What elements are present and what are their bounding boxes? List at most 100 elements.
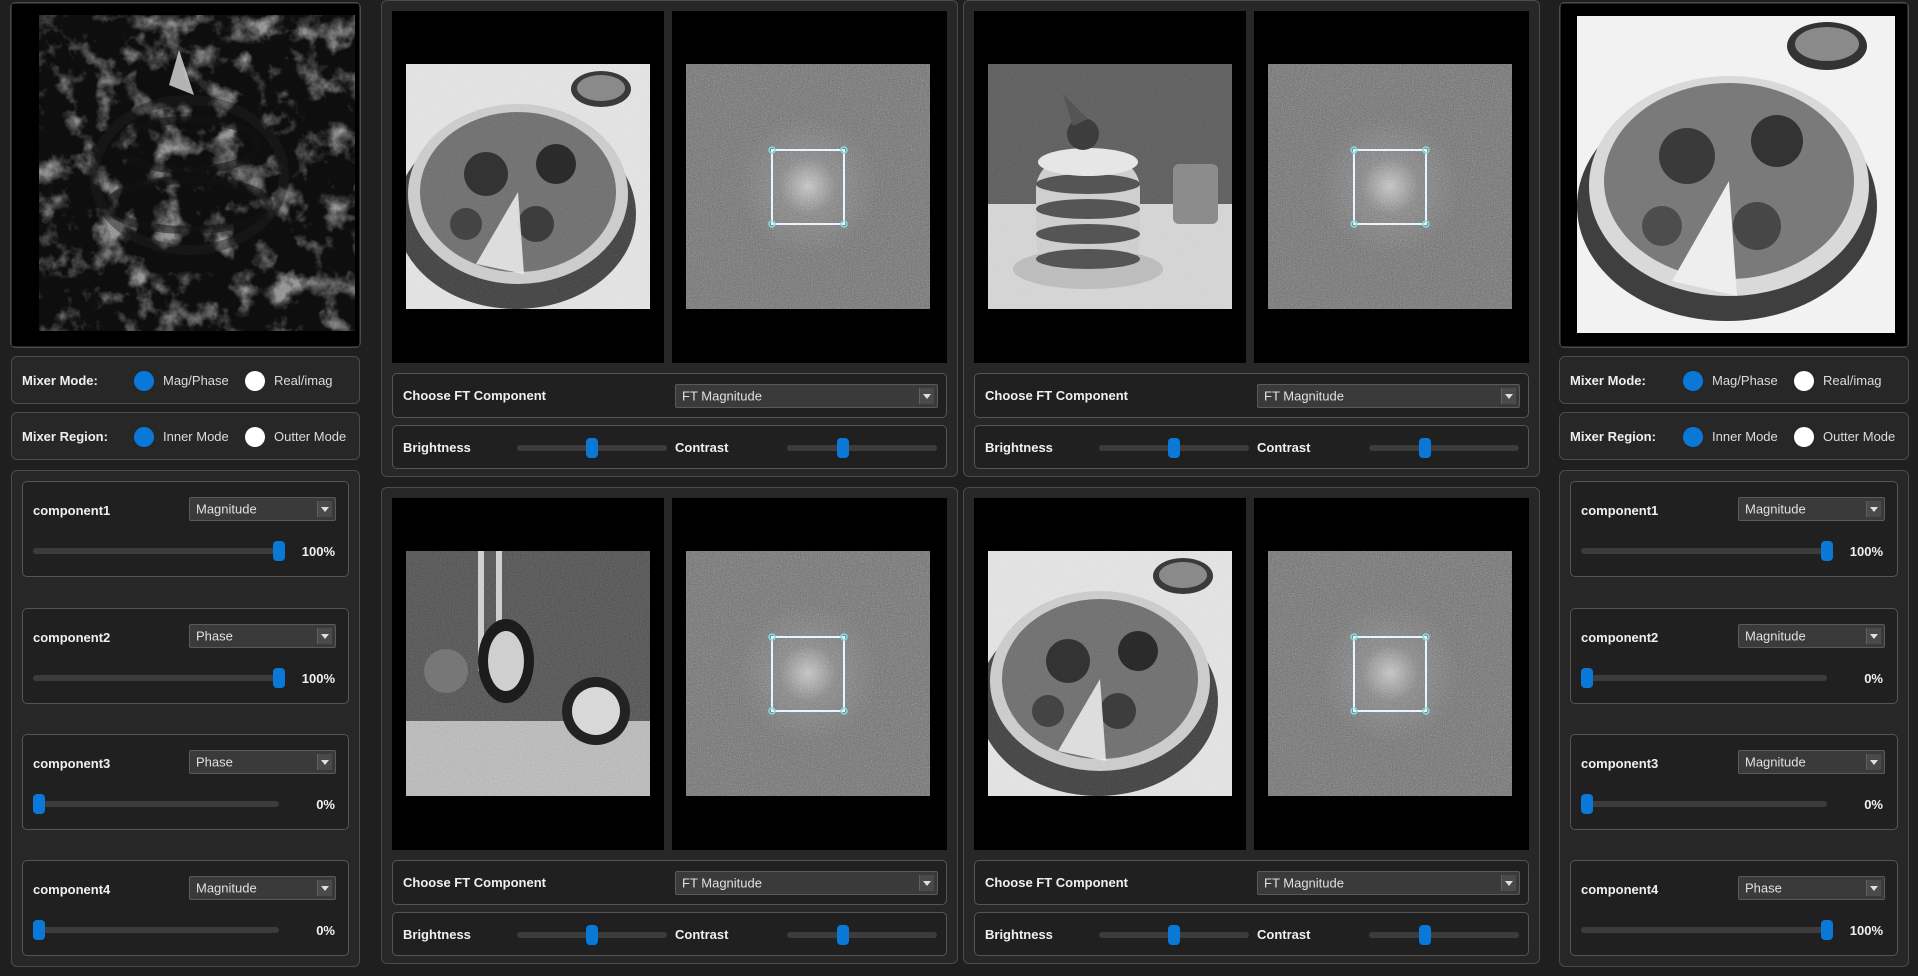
brightness-contrast-row: Brightness Contrast [974,425,1529,469]
component-type-select[interactable]: Magnitude [1738,624,1885,648]
contrast-slider-track[interactable] [787,932,937,938]
component-type-select[interactable]: Magnitude [189,497,336,521]
contrast-label: Contrast [675,927,729,942]
original-image-sushi [406,551,650,796]
contrast-slider-handle[interactable] [1419,925,1431,945]
ft-magnitude-image [686,64,930,309]
mag-phase-label: Mag/Phase [163,373,229,388]
component-label: component1 [33,503,111,518]
weight-slider-track[interactable] [33,675,279,681]
component-label: component3 [33,756,111,771]
weight-slider-track[interactable] [1581,548,1827,554]
brightness-slider-handle[interactable] [1168,925,1180,945]
original-image-pizza [406,64,650,309]
contrast-slider-handle[interactable] [1419,438,1431,458]
weight-slider-track[interactable] [33,927,279,933]
mag-phase-radio[interactable] [1683,371,1703,391]
inner-mode-radio[interactable] [1683,427,1703,447]
weight-slider-handle[interactable] [273,541,285,561]
ft-component-select[interactable]: FT Magnitude [675,871,938,895]
weight-slider-handle[interactable] [1821,920,1833,940]
chevron-down-icon [919,875,934,891]
component-label: component2 [33,630,111,645]
mixer-mode-label: Mixer Mode: [22,373,98,388]
chevron-down-icon [317,754,332,770]
component-card: component3 Phase 0% [22,734,349,830]
choose-ft-component-label: Choose FT Component [985,875,1128,890]
weight-value: 100% [1849,544,1883,559]
contrast-slider-track[interactable] [1369,445,1519,451]
chevron-down-icon [317,628,332,644]
contrast-label: Contrast [1257,927,1311,942]
mag-phase-radio[interactable] [134,371,154,391]
real-imag-radio[interactable] [1794,371,1814,391]
component-type-select[interactable]: Phase [189,750,336,774]
original-image-viewport[interactable] [392,498,664,850]
ft-component-viewport[interactable] [1254,498,1529,850]
ft-component-select[interactable]: FT Magnitude [1257,384,1520,408]
component-card: component4 Magnitude 0% [22,860,349,956]
right-components-panel: component1 Magnitude 100% component2 Mag… [1559,470,1909,967]
brightness-label: Brightness [985,927,1053,942]
weight-slider-track[interactable] [33,801,279,807]
weight-slider-track[interactable] [1581,927,1827,933]
brightness-slider-handle[interactable] [1168,438,1180,458]
left-output-panel [10,2,361,348]
brightness-contrast-row: Brightness Contrast [392,425,947,469]
weight-value: 100% [1849,923,1883,938]
outer-mode-radio[interactable] [245,427,265,447]
component-card: component3 Magnitude 0% [1570,734,1898,830]
weight-value: 0% [316,923,335,938]
real-imag-radio[interactable] [245,371,265,391]
ft-component-select[interactable]: FT Magnitude [675,384,938,408]
weight-value: 0% [1864,797,1883,812]
ft-magnitude-image [1268,64,1512,309]
original-image-viewport[interactable] [974,498,1246,850]
contrast-slider-handle[interactable] [837,438,849,458]
weight-slider-handle[interactable] [1821,541,1833,561]
image-viewer-4: Choose FT Component FT Magnitude Brightn… [963,487,1540,964]
brightness-label: Brightness [985,440,1053,455]
weight-slider-handle[interactable] [1581,668,1593,688]
left-mixer-mode-row: Mixer Mode: Mag/Phase Real/imag [11,356,360,404]
choose-ft-component-label: Choose FT Component [403,875,546,890]
weight-slider-handle[interactable] [33,794,45,814]
chevron-down-icon [1501,875,1516,891]
weight-value: 0% [1864,671,1883,686]
ft-component-viewport[interactable] [1254,11,1529,363]
brightness-contrast-row: Brightness Contrast [392,912,947,956]
weight-slider-handle[interactable] [33,920,45,940]
contrast-slider-track[interactable] [1369,932,1519,938]
component-label: component3 [1581,756,1659,771]
brightness-slider-handle[interactable] [586,438,598,458]
real-imag-label: Real/imag [1823,373,1882,388]
weight-slider-track[interactable] [1581,801,1827,807]
weight-slider-track[interactable] [33,548,279,554]
image-viewer-1: Choose FT Component FT Magnitude Brightn… [381,0,958,477]
weight-slider-handle[interactable] [1581,794,1593,814]
original-image-viewport[interactable] [392,11,664,363]
brightness-label: Brightness [403,927,471,942]
component-card: component2 Magnitude 0% [1570,608,1898,704]
chevron-down-icon [919,388,934,404]
ft-component-select[interactable]: FT Magnitude [1257,871,1520,895]
contrast-slider-handle[interactable] [837,925,849,945]
weight-slider-handle[interactable] [273,668,285,688]
image-viewer-2: Choose FT Component FT Magnitude Brightn… [963,0,1540,477]
component-type-select[interactable]: Phase [1738,876,1885,900]
ft-component-row: Choose FT Component FT Magnitude [392,373,947,418]
brightness-slider-handle[interactable] [586,925,598,945]
component-label: component4 [33,882,111,897]
weight-slider-track[interactable] [1581,675,1827,681]
outer-mode-radio[interactable] [1794,427,1814,447]
ft-component-viewport[interactable] [672,11,947,363]
chevron-down-icon [1866,628,1881,644]
original-image-viewport[interactable] [974,11,1246,363]
ft-component-viewport[interactable] [672,498,947,850]
contrast-slider-track[interactable] [787,445,937,451]
component-type-select[interactable]: Phase [189,624,336,648]
component-type-select[interactable]: Magnitude [1738,750,1885,774]
inner-mode-radio[interactable] [134,427,154,447]
component-type-select[interactable]: Magnitude [1738,497,1885,521]
component-type-select[interactable]: Magnitude [189,876,336,900]
